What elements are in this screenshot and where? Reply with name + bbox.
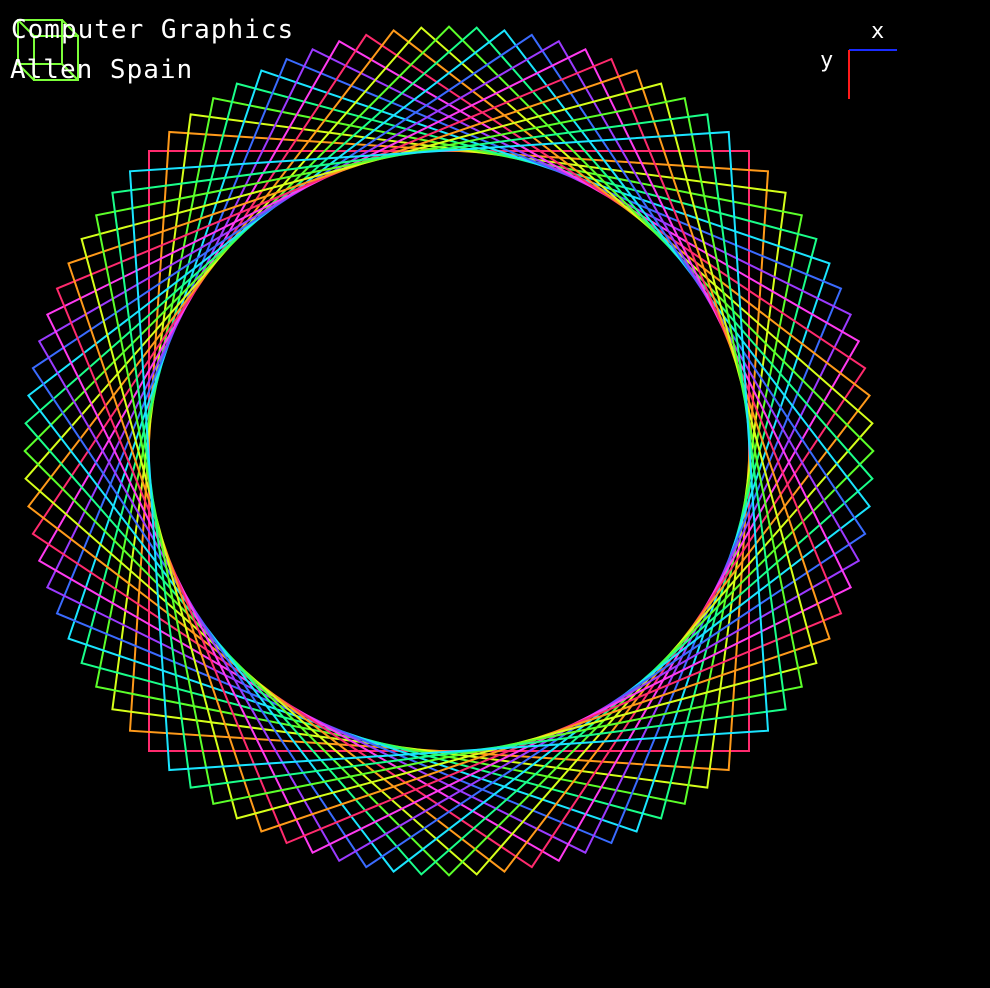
rotated-square-22 xyxy=(95,97,803,805)
rotated-squares-group xyxy=(23,25,875,877)
rotated-square-21 xyxy=(80,82,818,820)
rotated-square-19 xyxy=(55,57,843,845)
axis-y-label: y xyxy=(820,48,835,73)
graphics-canvas-window: Computer Graphics Allen Spain x y xyxy=(0,0,990,988)
rotated-square-3 xyxy=(111,113,787,789)
rotated-square-20 xyxy=(67,69,831,833)
author-text: Allen Spain xyxy=(10,55,194,85)
title-text: Computer Graphics xyxy=(11,15,295,45)
spirograph-canvas xyxy=(17,19,897,877)
rotated-square-7 xyxy=(55,57,843,845)
rotated-square-4 xyxy=(95,97,803,805)
rotated-square-12 xyxy=(24,26,874,876)
axis-gizmo xyxy=(848,49,897,99)
rotated-square-6 xyxy=(67,69,831,833)
rotated-square-11 xyxy=(26,28,872,874)
rotated-square-15 xyxy=(26,28,872,874)
rotated-square-5 xyxy=(80,82,818,820)
rotated-square-17 xyxy=(37,39,861,863)
rotated-square-9 xyxy=(37,39,861,863)
rotated-square-1 xyxy=(148,150,750,752)
rotated-square-23 xyxy=(111,113,787,789)
rotated-square-16 xyxy=(31,33,867,869)
axis-x-label: x xyxy=(871,19,886,44)
rotated-square-13 xyxy=(23,25,875,877)
rotated-square-10 xyxy=(31,33,867,869)
rotated-square-14 xyxy=(24,26,874,876)
